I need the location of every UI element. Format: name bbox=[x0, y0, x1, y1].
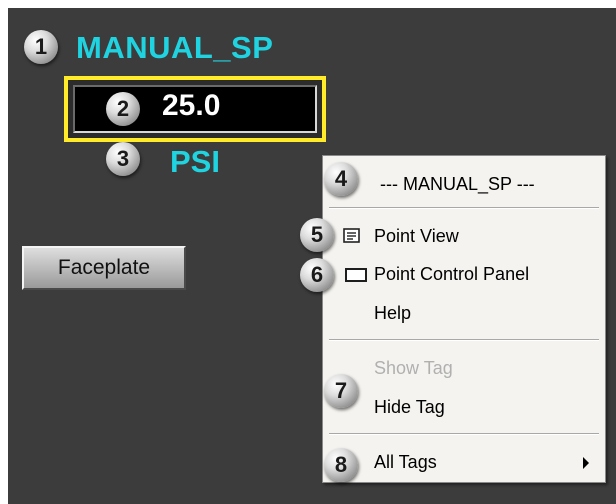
callout-3: 3 bbox=[106, 142, 140, 176]
menu-item-all-tags[interactable]: All Tags bbox=[374, 452, 437, 473]
tag-name-label[interactable]: MANUAL_SP bbox=[76, 30, 273, 66]
menu-separator bbox=[329, 207, 599, 209]
menu-separator bbox=[329, 339, 599, 341]
callout-2: 2 bbox=[106, 92, 140, 126]
callout-6: 6 bbox=[300, 258, 334, 292]
value-text[interactable]: 25.0 bbox=[162, 89, 220, 123]
menu-item-show-tag: Show Tag bbox=[374, 358, 453, 378]
menu-separator bbox=[329, 433, 599, 435]
callout-8: 8 bbox=[324, 448, 358, 482]
submenu-arrow-icon bbox=[583, 457, 589, 469]
context-menu: --- MANUAL_SP --- Point View Point Contr… bbox=[322, 155, 606, 483]
callout-1: 1 bbox=[24, 30, 58, 64]
callout-5: 5 bbox=[300, 218, 334, 252]
point-view-icon bbox=[343, 228, 360, 243]
menu-header: --- MANUAL_SP --- bbox=[380, 174, 535, 194]
callout-7: 7 bbox=[324, 374, 358, 408]
menu-item-hide-tag[interactable]: Hide Tag bbox=[374, 397, 445, 418]
menu-item-point-view[interactable]: Point View bbox=[374, 226, 459, 247]
callout-4: 4 bbox=[324, 162, 358, 196]
faceplate-button[interactable]: Faceplate bbox=[22, 246, 186, 290]
units-label: PSI bbox=[170, 144, 220, 179]
point-control-panel-icon bbox=[345, 268, 367, 282]
menu-item-point-control-panel[interactable]: Point Control Panel bbox=[374, 264, 529, 285]
menu-item-help[interactable]: Help bbox=[374, 303, 411, 324]
